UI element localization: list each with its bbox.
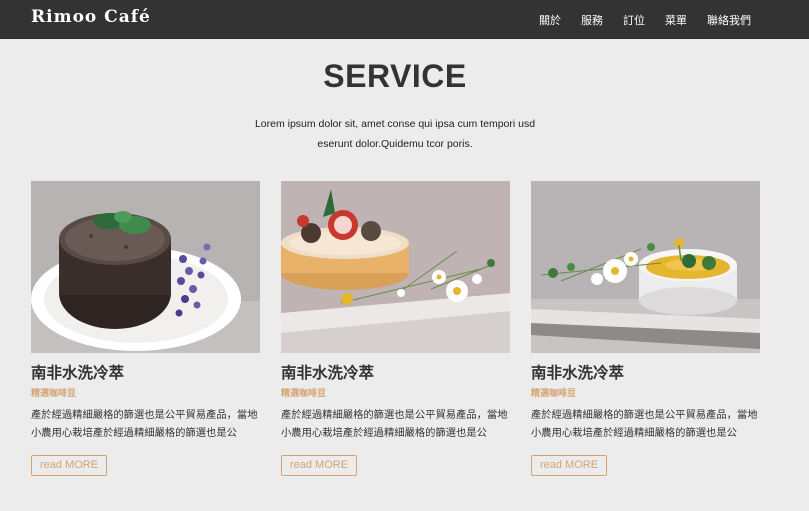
card-subtitle: 精選咖啡豆 xyxy=(281,389,327,399)
read-more-button[interactable]: read MORE xyxy=(281,455,357,476)
nav-link-about[interactable]: 關於 xyxy=(539,12,561,28)
top-navbar: Rimoo Café 關於 服務 訂位 菜單 聯絡我們 xyxy=(0,0,809,39)
read-more-button[interactable]: read MORE xyxy=(531,455,607,476)
strawberry-tart-photo xyxy=(281,181,510,353)
card-title: 南非水洗冷萃 xyxy=(31,364,125,382)
card-description: 產於經過精細嚴格的篩選也是公平貿易產品，當地小農用心栽培產於經過精細嚴格的篩選也… xyxy=(31,409,258,439)
section-title: SERVICE xyxy=(323,58,467,94)
card-description: 產於經過精細嚴格的篩選也是公平貿易產品，當地小農用心栽培產於經過精細嚴格的篩選也… xyxy=(531,409,758,439)
nav-link-menu[interactable]: 菜單 xyxy=(665,12,687,28)
chocolate-lava-cake-photo xyxy=(31,181,260,353)
section-intro: Lorem ipsum dolor sit, amet conse qui ip… xyxy=(0,114,790,154)
intro-line-2: eserunt dolor.Quidemu tcor poris. xyxy=(317,138,473,150)
nav-link-contact[interactable]: 聯絡我們 xyxy=(707,12,751,28)
read-more-button[interactable]: read MORE xyxy=(31,455,107,476)
nav-links: 關於 服務 訂位 菜單 聯絡我們 xyxy=(0,12,809,28)
card-subtitle: 精選咖啡豆 xyxy=(531,389,577,399)
nav-link-reservation[interactable]: 訂位 xyxy=(623,12,645,28)
creme-brulee-photo xyxy=(531,181,760,353)
card-description: 產於經過精細嚴格的篩選也是公平貿易產品，當地小農用心栽培產於經過精細嚴格的篩選也… xyxy=(281,409,508,439)
card-title: 南非水洗冷萃 xyxy=(531,364,625,382)
nav-link-services[interactable]: 服務 xyxy=(581,12,603,28)
intro-line-1: Lorem ipsum dolor sit, amet conse qui ip… xyxy=(254,118,536,130)
card-subtitle: 精選咖啡豆 xyxy=(31,389,77,399)
card-title: 南非水洗冷萃 xyxy=(281,364,375,382)
